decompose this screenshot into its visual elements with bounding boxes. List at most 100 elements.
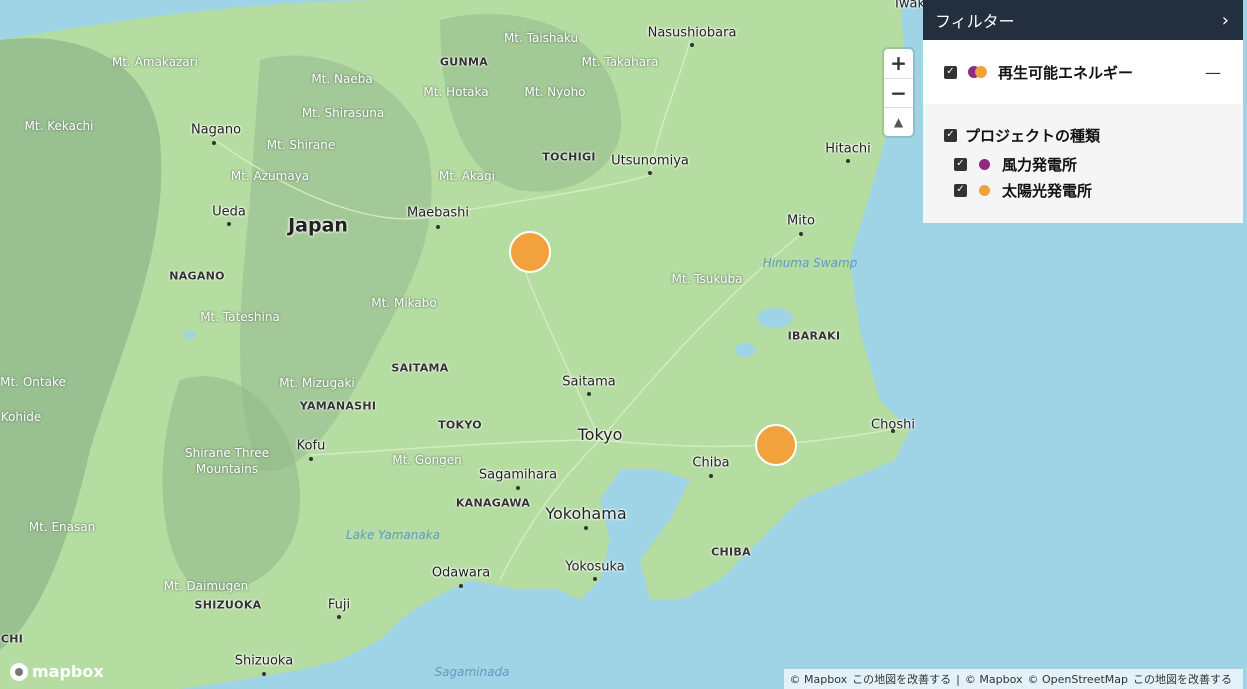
map-label-peak: Mt. Gongen	[392, 453, 462, 467]
filter-panel-title: フィルター	[935, 12, 1015, 31]
map-label-city: Saitama	[562, 374, 616, 390]
city-dot	[593, 577, 597, 581]
solar-marker-gunma[interactable]	[509, 231, 551, 273]
wind-swatch-icon	[979, 158, 990, 170]
zoom-in-button[interactable]: +	[884, 49, 913, 78]
city-dot	[587, 392, 591, 396]
map-label-water: Sagaminada	[434, 665, 510, 679]
city-dot	[212, 141, 216, 145]
map-label-city-big: Tokyo	[577, 425, 623, 444]
city-dot	[846, 159, 850, 163]
mapbox-logo-text: mapbox	[32, 662, 104, 681]
attribution-mapbox[interactable]: © Mapbox	[790, 673, 848, 686]
city-dot	[516, 486, 520, 490]
map-label-city: Sagamihara	[478, 467, 558, 483]
map-label-peak: Mt. Tateshina	[200, 310, 280, 324]
map-label-peak: Mt. Shirane	[266, 138, 336, 152]
chevron-right-icon[interactable]: ›	[1222, 10, 1229, 31]
map-label-city-big: Yokohama	[545, 504, 627, 523]
map-label-city: Mito	[787, 213, 815, 229]
map-label-pref: IBARAKI	[787, 329, 841, 343]
map-label-water: Lake Yamanaka	[345, 528, 441, 542]
map-label-pref: TOKYO	[438, 418, 482, 432]
map-label-peak: Mt. Mizugaki	[279, 376, 355, 390]
attribution-improve-link-2[interactable]: この地図を改善する	[1133, 671, 1232, 687]
city-dot	[436, 225, 440, 229]
solar-marker-chiba[interactable]	[755, 424, 797, 466]
map-label-peak: Mt. Shirasuna	[301, 106, 385, 120]
map-label-pref: CHI	[0, 632, 24, 646]
map-label-peak: Mt. Enasan	[28, 520, 96, 534]
solar-checkbox[interactable]: ✓	[954, 183, 967, 197]
mapbox-logo-icon	[10, 662, 28, 681]
attribution-bar: © Mapbox この地図を改善する | © Mapbox © OpenStre…	[783, 669, 1243, 689]
map-label-peak: Mt. Kekachi	[24, 119, 94, 133]
city-dot	[459, 584, 463, 588]
map-label-peak: Mt. Hotaka	[423, 85, 489, 99]
map-label-city: Shizuoka	[234, 653, 294, 669]
map-label-city: Nagano	[190, 122, 242, 138]
collapse-icon[interactable]: —	[1205, 63, 1221, 82]
map-label-country: Japan	[288, 214, 348, 237]
map-label-city: Maebashi	[406, 205, 470, 221]
city-dot	[891, 429, 895, 433]
map-label-pref: TOCHIGI	[542, 150, 596, 164]
city-dot	[309, 457, 313, 461]
project-type-row: ✓ プロジェクトの種類	[923, 104, 1243, 145]
group-swatch-icon	[968, 66, 992, 78]
compass-button[interactable]: ▲	[884, 107, 913, 136]
solar-label: 太陽光発電所	[1002, 181, 1093, 200]
city-dot	[799, 232, 803, 236]
map-label-peak: Mt. Tsukuba	[671, 272, 743, 286]
map-label-city: Fuji	[327, 597, 351, 613]
wind-label: 風力発電所	[1002, 155, 1078, 174]
map-label-city: Chiba	[692, 455, 730, 471]
map-label-peak: Mountains	[195, 462, 259, 476]
map-label-city: Yokosuka	[565, 559, 625, 575]
attribution-improve-link[interactable]: この地図を改善する	[852, 671, 951, 687]
map-label-pref: NAGANO	[169, 269, 225, 283]
map-label-peak: Mt. Daimugen	[163, 579, 249, 593]
map-label-city: Odawara	[431, 565, 491, 581]
group-label: 再生可能エネルギー	[998, 63, 1134, 82]
map-label-pref: SHIZUOKA	[194, 598, 262, 612]
city-dot	[227, 222, 231, 226]
map-label-peak: Mt. Ontake	[0, 375, 66, 389]
mapbox-logo[interactable]: mapbox	[10, 662, 104, 681]
map-label-city: Kofu	[296, 438, 326, 454]
map-label-peak: Mt. Amakazari	[112, 55, 198, 69]
map-label-city: Utsunomiya	[611, 153, 689, 169]
project-type-label: プロジェクトの種類	[965, 126, 1101, 145]
zoom-out-button[interactable]: −	[884, 78, 913, 107]
city-dot	[690, 43, 694, 47]
solar-swatch-icon	[979, 184, 990, 196]
map-label-pref: CHIBA	[711, 545, 751, 559]
map-label-city: Nasushiobara	[647, 25, 737, 41]
map-label-pref: YAMANASHI	[299, 399, 377, 413]
group-checkbox[interactable]: ✓	[944, 65, 957, 79]
map-label-city: Ueda	[212, 204, 246, 220]
map-label-peak: Shirane Three	[184, 446, 270, 460]
map-label-peak: Mt. Mikabo	[371, 296, 437, 310]
attribution-osm[interactable]: © OpenStreetMap	[1027, 673, 1128, 686]
city-dot	[337, 615, 341, 619]
filter-item-wind[interactable]: ✓ 風力発電所	[923, 145, 1243, 174]
city-dot	[262, 672, 266, 676]
filter-panel-header[interactable]: フィルター ›	[923, 0, 1243, 40]
city-dot	[709, 474, 713, 478]
attribution-mapbox-2[interactable]: © Mapbox	[965, 673, 1023, 686]
filter-item-solar[interactable]: ✓ 太陽光発電所	[923, 171, 1243, 200]
wind-checkbox[interactable]: ✓	[954, 157, 967, 171]
map-label-pref: GUNMA	[439, 55, 489, 69]
map-label-peak: Mt. Taishaku	[503, 31, 579, 45]
map-label-peak: Kohide	[0, 410, 42, 424]
filter-panel: フィルター › ✓ 再生可能エネルギー — ✓ プロジェクトの種類 ✓ 風力発電…	[923, 0, 1243, 223]
map-label-peak: Mt. Naeba	[311, 72, 373, 86]
map-label-peak: Mt. Nyoho	[524, 85, 586, 99]
project-type-checkbox[interactable]: ✓	[944, 128, 957, 142]
map-label-peak: Mt. Akagi	[439, 169, 495, 183]
filter-group-row: ✓ 再生可能エネルギー —	[923, 40, 1243, 104]
map-canvas[interactable]: Mt. Amakazari Mt. Naeba GUNMA Mt. Taishaku N…	[0, 0, 1247, 689]
map-label-city: Iwak	[895, 0, 925, 12]
city-dot	[584, 526, 588, 530]
